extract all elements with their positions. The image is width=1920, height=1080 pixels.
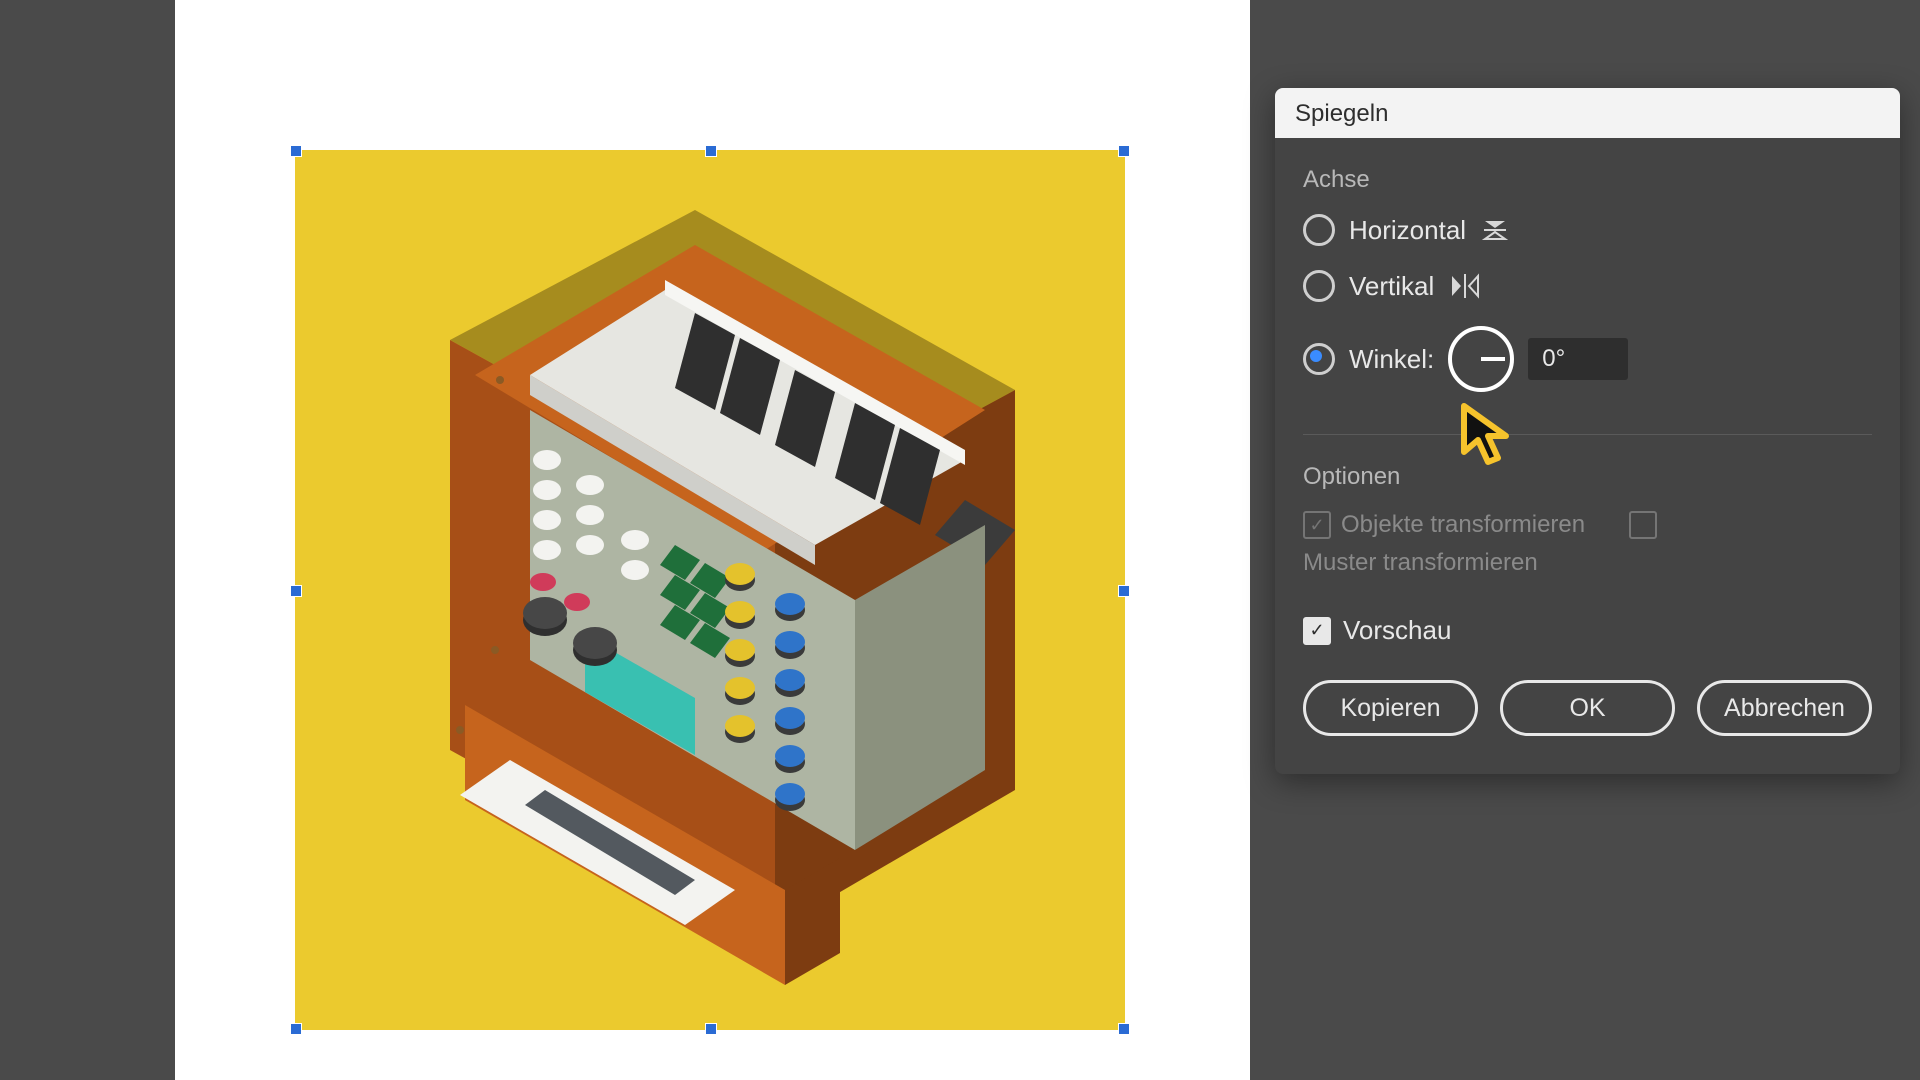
cancel-button[interactable]: Abbrechen — [1697, 680, 1872, 736]
preview-label: Vorschau — [1343, 615, 1451, 646]
copy-button[interactable]: Kopieren — [1303, 680, 1478, 736]
canvas-frame — [175, 0, 1250, 1080]
axis-horizontal-row[interactable]: Horizontal — [1303, 214, 1872, 246]
radio-horizontal[interactable] — [1303, 214, 1335, 246]
radio-horizontal-label: Horizontal — [1349, 215, 1466, 246]
dialog-title[interactable]: Spiegeln — [1275, 88, 1900, 138]
transform-patterns-label: Muster transformieren — [1303, 549, 1538, 577]
axis-section-label: Achse — [1303, 166, 1872, 194]
angle-input[interactable] — [1528, 338, 1628, 380]
axis-angle-row[interactable]: Winkel: — [1303, 326, 1872, 392]
checkbox-transform-objects — [1303, 511, 1331, 539]
synth-artwork — [295, 150, 1125, 1030]
radio-angle-label: Winkel: — [1349, 344, 1434, 375]
checkbox-transform-patterns — [1629, 511, 1657, 539]
preview-row[interactable]: Vorschau — [1303, 615, 1872, 646]
angle-dial[interactable] — [1448, 326, 1514, 392]
radio-vertical[interactable] — [1303, 270, 1335, 302]
ok-button[interactable]: OK — [1500, 680, 1675, 736]
selected-artwork[interactable] — [295, 150, 1125, 1030]
horizontal-flip-icon — [1480, 215, 1510, 245]
reflect-dialog: Spiegeln Achse Horizontal Vertikal — [1275, 88, 1900, 774]
checkbox-preview[interactable] — [1303, 617, 1331, 645]
vertical-flip-icon — [1448, 271, 1482, 301]
axis-vertical-row[interactable]: Vertikal — [1303, 270, 1872, 302]
radio-angle[interactable] — [1303, 343, 1335, 375]
options-section-label: Optionen — [1303, 463, 1872, 491]
transform-objects-label: Objekte transformieren — [1341, 511, 1585, 539]
radio-vertical-label: Vertikal — [1349, 271, 1434, 302]
